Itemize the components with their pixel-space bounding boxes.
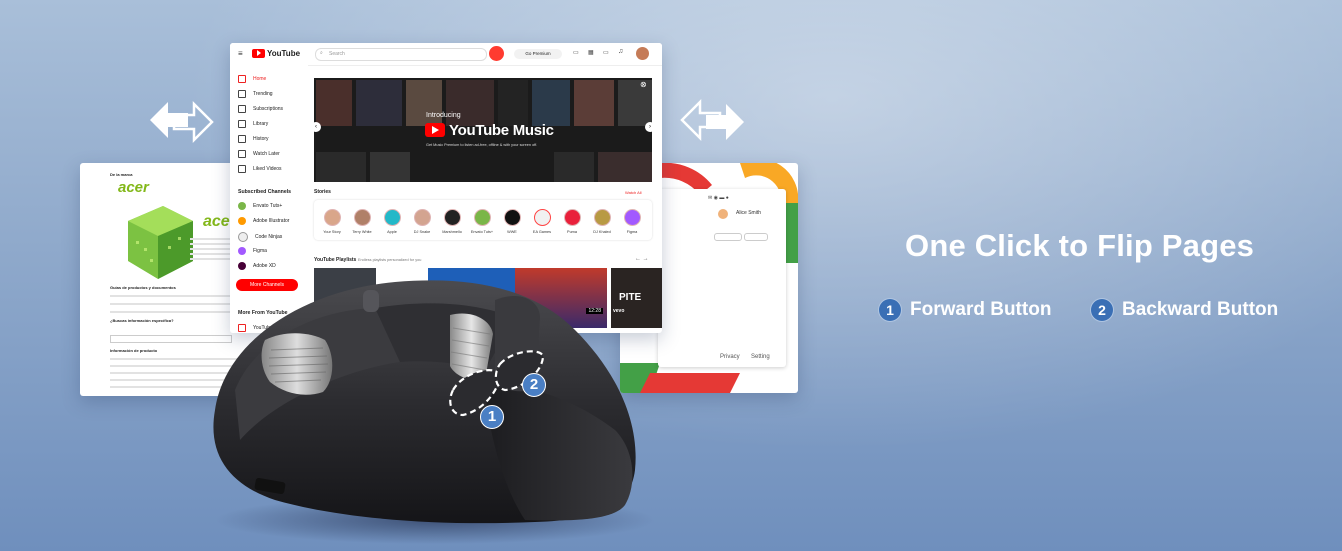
sign-out-button[interactable] <box>744 233 768 241</box>
bell-icon[interactable]: ♫ <box>618 48 623 55</box>
avatar[interactable] <box>636 47 649 60</box>
backward-text: Backward Button <box>1122 299 1279 320</box>
watch-all-link[interactable]: Watch All <box>625 190 642 195</box>
acer-section-docs: Guías de productos y documentos <box>110 285 176 290</box>
sidebar-item-watch-later[interactable]: Watch Later <box>238 150 280 158</box>
create-icon[interactable]: ▭ <box>573 49 579 56</box>
search-input[interactable]: ⌕ Search <box>315 48 487 61</box>
channel-avatar <box>238 232 248 242</box>
story-item[interactable]: Apple <box>378 209 406 234</box>
story-item[interactable]: EA Games <box>528 209 556 234</box>
settings-link[interactable]: Setting <box>751 354 770 360</box>
ergonomic-mouse-image <box>213 280 655 544</box>
home-icon <box>238 75 246 83</box>
acer-logo: acer <box>118 179 149 196</box>
stories-title: Stories <box>314 189 331 195</box>
sidebar-item-history[interactable]: History <box>238 135 269 143</box>
cast-icon[interactable]: ▭ <box>603 49 609 56</box>
channel-avatar <box>238 247 246 255</box>
acer-question: ¿Buscas información específica? <box>110 318 174 323</box>
sidebar-item-trending[interactable]: Trending <box>238 90 273 98</box>
banner-stage: De la marca acer acer Guías de productos… <box>0 0 1342 551</box>
channel-figma[interactable]: Figma <box>238 247 267 255</box>
green-cube-image <box>128 206 193 279</box>
story-item[interactable]: DJ Snake <box>408 209 436 234</box>
backward-badge: 2 <box>522 373 546 397</box>
forward-button-label: 1 Forward Button <box>878 298 1051 322</box>
channel-code-ninjas[interactable]: Code Ninjas <box>238 232 282 242</box>
channel-adobe-xd[interactable]: Adobe XD <box>238 262 276 270</box>
story-item[interactable]: WWE <box>498 209 526 234</box>
playlists-title: YouTube Playlists <box>314 257 357 263</box>
channel-avatar <box>238 217 246 225</box>
microphone-icon[interactable] <box>489 46 504 61</box>
subscriptions-icon <box>238 105 246 113</box>
google-toolbar-icons: ✉ ◉ ▬ ● <box>708 195 729 201</box>
forward-badge: 1 <box>480 405 504 429</box>
playlists-subtitle: Endless playlists personalized for you <box>358 258 422 262</box>
acer-product-info: Información de producto <box>110 348 158 353</box>
google-card: ✉ ◉ ▬ ● Alice Smith Privacy Setting <box>658 189 786 367</box>
youtube-music-hero[interactable]: Introducing YouTube Music Get Music Prem… <box>314 78 652 182</box>
backward-button-label: 2 Backward Button <box>1090 298 1278 322</box>
swap-arrows-left-icon <box>150 100 214 144</box>
forward-text: Forward Button <box>910 299 1052 320</box>
sidebar-item-subscriptions[interactable]: Subscriptions <box>238 105 283 113</box>
youtube-wordmark: YouTube <box>267 49 301 58</box>
sidebar-item-home[interactable]: Home <box>238 75 266 83</box>
story-item[interactable]: Puma <box>558 209 586 234</box>
youtube-topbar: ≡ YouTube ⌕ Search Go Premium ▭ ▦ ▭ ♫ <box>230 43 662 66</box>
playlist-arrows-icon[interactable]: ← → <box>635 256 649 262</box>
forward-number: 1 <box>878 298 902 322</box>
story-item[interactable]: Figma <box>618 209 646 234</box>
hero-introducing: Introducing <box>426 112 461 119</box>
search-icon: ⌕ <box>320 50 323 56</box>
go-premium-button[interactable]: Go Premium <box>514 49 562 59</box>
privacy-link[interactable]: Privacy <box>720 354 740 360</box>
subscribed-channels-header: Subscribed Channels <box>238 189 292 195</box>
carousel-next-icon[interactable]: › <box>645 122 652 132</box>
channel-illustrator[interactable]: Adobe Illustrator <box>238 217 289 225</box>
story-item[interactable]: Envato Tuts+ <box>468 209 496 234</box>
hero-subtitle: Get Music Premium to listen ad-free, off… <box>426 143 538 147</box>
story-item[interactable]: Marshmello <box>438 209 466 234</box>
trending-icon <box>238 90 246 98</box>
story-item[interactable]: Terry White <box>348 209 376 234</box>
hero-title: YouTube Music <box>449 122 554 139</box>
channel-avatar <box>238 262 246 270</box>
user-name: Alice Smith <box>736 210 762 216</box>
thumbs-up-icon <box>238 165 246 173</box>
history-icon <box>238 135 246 143</box>
acer-crumb: De la marca <box>110 172 133 177</box>
add-account-button[interactable] <box>714 233 742 241</box>
sidebar-item-liked-videos[interactable]: Liked Videos <box>238 165 282 173</box>
search-placeholder: Search <box>329 51 345 57</box>
swap-arrows-right-icon <box>680 98 744 142</box>
library-icon <box>238 120 246 128</box>
story-item[interactable]: Your Story <box>318 209 346 234</box>
menu-icon[interactable]: ≡ <box>238 49 243 58</box>
channel-avatar <box>238 202 246 210</box>
backward-number: 2 <box>1090 298 1114 322</box>
sidebar-item-library[interactable]: Library <box>238 120 268 128</box>
user-avatar[interactable] <box>718 209 728 219</box>
apps-icon[interactable]: ▦ <box>588 49 594 56</box>
story-item[interactable]: DJ Khaled <box>588 209 616 234</box>
channel-envato[interactable]: Envato Tuts+ <box>238 202 282 210</box>
carousel-prev-icon[interactable]: ‹ <box>314 122 321 132</box>
close-icon[interactable]: ⊗ <box>640 80 647 89</box>
headline: One Click to Flip Pages <box>905 228 1255 263</box>
clock-icon <box>238 150 246 158</box>
